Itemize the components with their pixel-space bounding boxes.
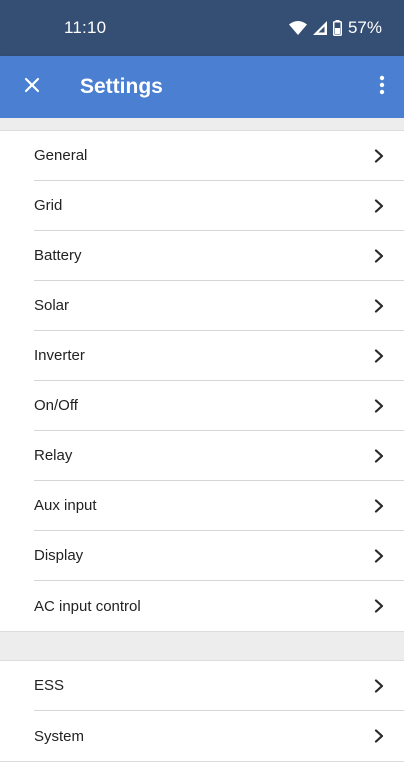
settings-item-label: Aux input: [34, 497, 97, 514]
settings-item-system[interactable]: System: [34, 711, 404, 761]
chevron-right-icon: [372, 348, 386, 363]
settings-item-label: System: [34, 727, 85, 745]
settings-item-display[interactable]: Display: [34, 531, 404, 581]
overflow-menu-button[interactable]: [362, 56, 402, 118]
cell-signal-icon: [312, 21, 327, 35]
close-button[interactable]: [0, 56, 60, 118]
settings-item-label: ESS: [34, 677, 65, 694]
wifi-icon: [288, 21, 307, 35]
settings-item-label: General: [34, 147, 88, 164]
settings-item-label: AC input control: [34, 597, 141, 615]
settings-content: General Grid Battery Solar Inverter On/Off Rel…: [0, 118, 404, 762]
settings-item-battery[interactable]: Battery: [34, 231, 404, 281]
chevron-right-icon: [372, 248, 386, 263]
chevron-right-icon: [372, 198, 386, 213]
settings-item-label: Relay: [34, 447, 73, 464]
settings-item-label: Grid: [34, 197, 63, 214]
settings-group-main: General Grid Battery Solar Inverter On/Off Rel…: [0, 130, 404, 632]
settings-item-label: On/Off: [34, 397, 78, 414]
settings-item-general[interactable]: General: [34, 131, 404, 181]
chevron-right-icon: [372, 448, 386, 463]
settings-item-ac-input-control[interactable]: AC input control: [34, 581, 404, 631]
status-time: 11:10: [64, 18, 107, 37]
status-bar: 11:10 57%: [0, 0, 404, 56]
settings-item-ess[interactable]: ESS: [34, 661, 404, 711]
page-title: Settings: [80, 75, 163, 98]
settings-item-inverter[interactable]: Inverter: [34, 331, 404, 381]
settings-item-label: Inverter: [34, 347, 85, 364]
chevron-right-icon: [372, 298, 386, 313]
battery-icon: [332, 20, 342, 36]
battery-percent: 57%: [347, 18, 382, 37]
close-icon: [24, 77, 40, 98]
settings-item-label: Solar: [34, 297, 70, 314]
settings-item-grid[interactable]: Grid: [34, 181, 404, 231]
chevron-right-icon: [372, 148, 386, 163]
status-icons: 57%: [288, 18, 382, 38]
settings-item-aux-input[interactable]: Aux input: [34, 481, 404, 531]
more-vert-icon: [379, 75, 385, 100]
settings-item-label: Display: [34, 547, 84, 564]
chevron-right-icon: [372, 678, 386, 693]
chevron-right-icon: [372, 548, 386, 563]
chevron-right-icon: [372, 498, 386, 513]
settings-group-system: ESS System: [0, 660, 404, 762]
settings-item-on-off[interactable]: On/Off: [34, 381, 404, 431]
settings-item-solar[interactable]: Solar: [34, 281, 404, 331]
chevron-right-icon: [372, 398, 386, 413]
chevron-right-icon: [372, 599, 386, 613]
settings-item-relay[interactable]: Relay: [34, 431, 404, 481]
app-bar: Settings: [0, 56, 404, 118]
settings-item-label: Battery: [34, 247, 82, 264]
chevron-right-icon: [372, 729, 386, 743]
